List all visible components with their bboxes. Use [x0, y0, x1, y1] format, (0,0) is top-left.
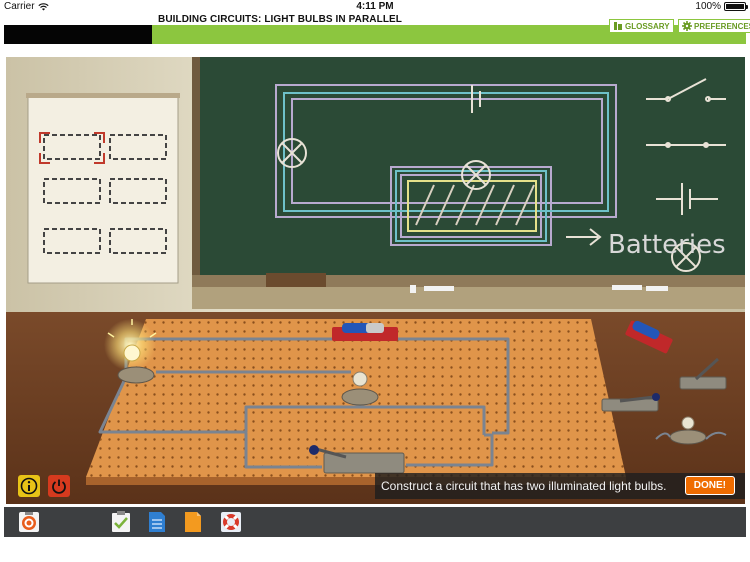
glossary-icon	[614, 22, 622, 30]
done-button[interactable]: DONE!	[684, 476, 735, 495]
info-icon	[20, 477, 38, 495]
document-button[interactable]	[182, 511, 204, 533]
lesson-title: BUILDING CIRCUITS: LIGHT BULBS IN PARALL…	[158, 14, 402, 25]
clock: 4:11 PM	[356, 1, 394, 12]
lifebuoy-icon	[221, 512, 241, 532]
help-button[interactable]	[220, 511, 242, 533]
preferences-button[interactable]: PREFERENCES	[678, 19, 750, 33]
target-icon	[19, 512, 39, 532]
app-root: Carrier 4:11 PM 100% BUILDING CIRCUITS: …	[0, 0, 750, 562]
notes-button[interactable]	[146, 511, 168, 533]
document-icon	[185, 512, 201, 532]
checklist-button[interactable]	[110, 511, 132, 533]
checklist-icon	[112, 511, 130, 532]
progress-fill	[4, 25, 153, 44]
info-button[interactable]	[18, 475, 40, 497]
task-instruction-bar: Construct a circuit that has two illumin…	[375, 473, 745, 499]
battery-percent: 100%	[695, 1, 721, 12]
battery-icon	[724, 2, 748, 11]
batteries-chalk-label: Batteries	[608, 230, 726, 260]
power-icon	[52, 479, 66, 494]
circuit-diagram-poster	[26, 93, 180, 284]
circuit-lab-scene: Batteries Construct a circuit that has t…	[6, 57, 745, 504]
preferences-label: PREFERENCES	[694, 21, 750, 31]
bottom-toolbar	[4, 507, 746, 537]
task-instruction: Construct a circuit that has two illumin…	[381, 479, 667, 493]
chalkboard: Batteries	[192, 57, 745, 309]
notes-icon	[149, 512, 165, 532]
glossary-button[interactable]: GLOSSARY	[609, 19, 674, 33]
battery-info: 100%	[695, 1, 748, 12]
target-button[interactable]	[18, 511, 40, 533]
power-button[interactable]	[48, 475, 70, 497]
status-bar: Carrier 4:11 PM 100%	[0, 0, 750, 14]
glossary-label: GLOSSARY	[625, 21, 670, 31]
gear-icon	[682, 21, 692, 31]
classroom-background: Batteries	[6, 57, 745, 504]
